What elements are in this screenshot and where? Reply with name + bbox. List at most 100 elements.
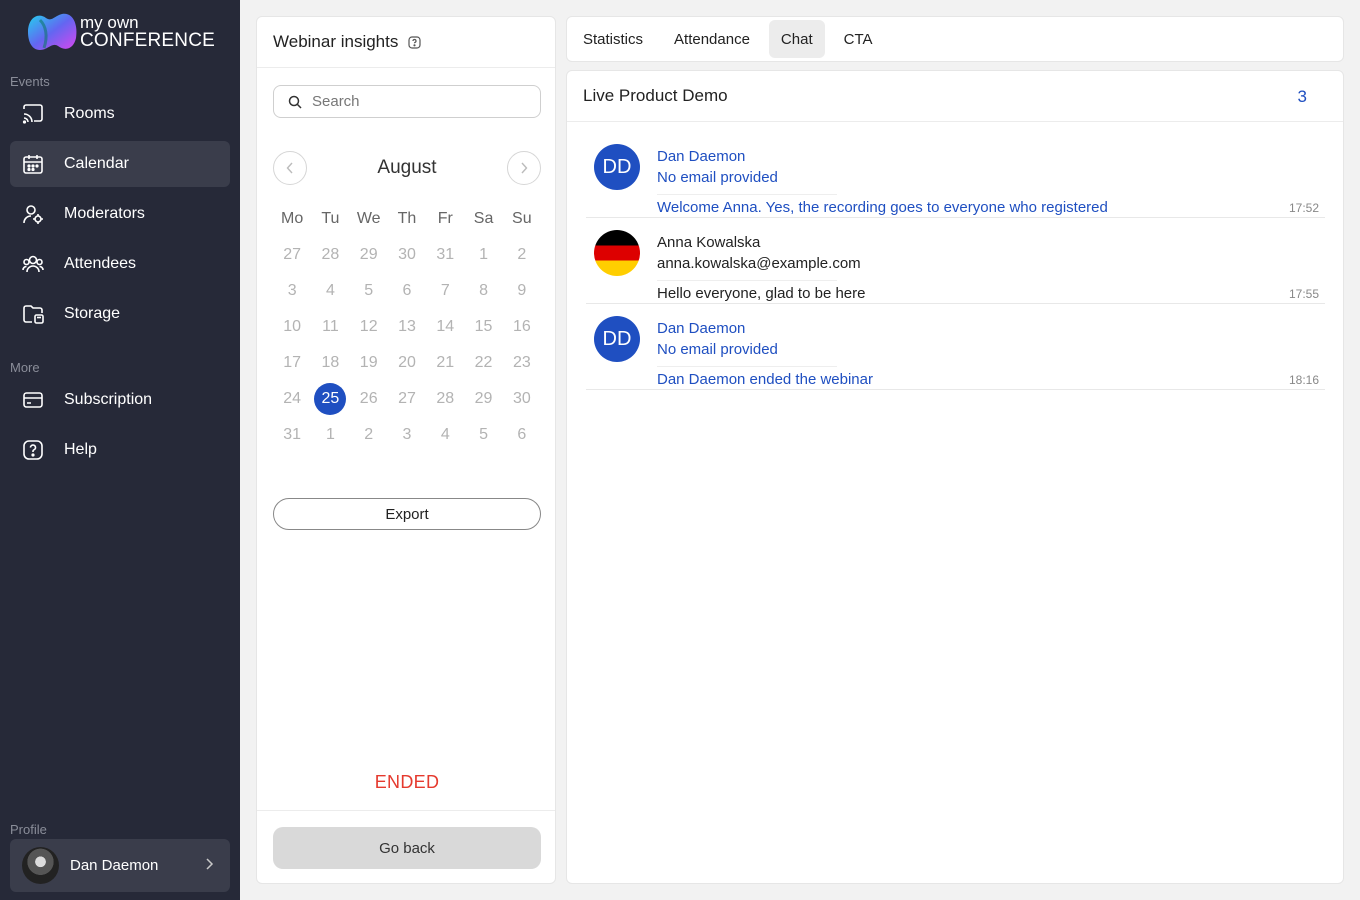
divider xyxy=(657,366,837,367)
sidebar-item-help[interactable]: Help xyxy=(10,427,230,473)
tab-bar: Statistics Attendance Chat CTA xyxy=(566,16,1344,62)
weekday-label: Mo xyxy=(281,210,304,227)
germany-flag-icon xyxy=(594,230,640,276)
calendar-day[interactable]: 2 xyxy=(503,237,541,273)
sidebar-item-moderators[interactable]: Moderators xyxy=(10,191,230,237)
calendar-day[interactable]: 16 xyxy=(503,309,541,345)
tab-chat[interactable]: Chat xyxy=(768,20,825,58)
calendar-day-label: 27 xyxy=(283,246,302,263)
calendar-day[interactable]: 21 xyxy=(426,345,464,381)
calendar-day[interactable]: 5 xyxy=(464,417,502,453)
sidebar-item-subscription[interactable]: Subscription xyxy=(10,377,230,423)
calendar-day-label: 8 xyxy=(479,282,489,299)
section-label-more: More xyxy=(10,360,40,375)
go-back-button[interactable]: Go back xyxy=(273,827,541,869)
weekday-label: Sa xyxy=(473,210,494,227)
tab-cta[interactable]: CTA xyxy=(832,20,885,58)
calendar-day[interactable]: 30 xyxy=(503,381,541,417)
calendar-day[interactable]: 7 xyxy=(426,273,464,309)
sidebar-item-calendar[interactable]: Calendar xyxy=(10,141,230,187)
profile-button[interactable]: Dan Daemon xyxy=(10,839,230,892)
calendar-day-label: 29 xyxy=(474,390,493,407)
calendar-day[interactable]: 19 xyxy=(350,345,388,381)
chat-message: Anna Kowalska anna.kowalska@example.com … xyxy=(586,218,1325,304)
calendar-day[interactable]: 1 xyxy=(464,237,502,273)
sidebar-item-rooms[interactable]: Rooms xyxy=(10,91,230,137)
next-month-button[interactable] xyxy=(507,151,541,185)
calendar-day[interactable]: 12 xyxy=(350,309,388,345)
calendar-day[interactable]: 29 xyxy=(350,237,388,273)
export-button[interactable]: Export xyxy=(273,498,541,530)
sidebar-item-attendees[interactable]: Attendees xyxy=(10,241,230,287)
calendar-day[interactable]: 13 xyxy=(388,309,426,345)
calendar-day-label: 9 xyxy=(517,282,527,299)
calendar-day[interactable]: 31 xyxy=(426,237,464,273)
calendar-day[interactable]: 14 xyxy=(426,309,464,345)
insights-header: Webinar insights xyxy=(257,17,555,68)
calendar-day[interactable]: 22 xyxy=(464,345,502,381)
avatar: DD xyxy=(594,144,640,190)
calendar-day-label: 7 xyxy=(440,282,450,299)
calendar-day-label: 29 xyxy=(359,246,378,263)
sidebar-item-label: Help xyxy=(64,441,97,458)
calendar-day-label: 5 xyxy=(364,282,374,299)
calendar-day[interactable]: 9 xyxy=(503,273,541,309)
calendar-day[interactable]: 1 xyxy=(311,417,349,453)
calendar-day-label: 16 xyxy=(512,318,531,335)
calendar-day[interactable]: 18 xyxy=(311,345,349,381)
calendar-day[interactable]: 25 xyxy=(311,381,349,417)
message-text: Hello everyone, glad to be here xyxy=(657,285,866,302)
calendar-day-label: 5 xyxy=(479,426,489,443)
calendar-day[interactable]: 10 xyxy=(273,309,311,345)
avatar xyxy=(22,847,59,884)
calendar-day[interactable]: 3 xyxy=(388,417,426,453)
tab-attendance[interactable]: Attendance xyxy=(662,20,762,58)
moderator-icon xyxy=(22,203,44,225)
calendar-day[interactable]: 27 xyxy=(388,381,426,417)
search-field[interactable] xyxy=(273,85,541,118)
calendar-day[interactable]: 11 xyxy=(311,309,349,345)
message-author: Dan Daemon xyxy=(657,320,746,337)
calendar-day[interactable]: 23 xyxy=(503,345,541,381)
calendar-day[interactable]: 20 xyxy=(388,345,426,381)
calendar-day[interactable]: 29 xyxy=(464,381,502,417)
page-title: Webinar insights xyxy=(273,32,399,51)
calendar-day[interactable]: 5 xyxy=(350,273,388,309)
weekday-label: Fr xyxy=(437,210,453,227)
folder-icon xyxy=(22,303,44,325)
calendar-day[interactable]: 31 xyxy=(273,417,311,453)
calendar-day[interactable]: 6 xyxy=(503,417,541,453)
brand-logo[interactable]: my own CONFERENCE xyxy=(26,12,215,52)
webinar-status: ENDED xyxy=(374,772,440,792)
info-icon[interactable] xyxy=(408,35,421,49)
calendar-day[interactable]: 15 xyxy=(464,309,502,345)
tab-statistics[interactable]: Statistics xyxy=(571,20,655,58)
search-input[interactable] xyxy=(312,93,512,110)
calendar-day[interactable]: 3 xyxy=(273,273,311,309)
calendar-day-label: 31 xyxy=(436,246,455,263)
calendar-day-label: 14 xyxy=(436,318,455,335)
calendar-day[interactable]: 24 xyxy=(273,381,311,417)
calendar-day[interactable]: 4 xyxy=(311,273,349,309)
message-email: No email provided xyxy=(657,341,778,358)
weekday-label: Su xyxy=(512,210,532,227)
calendar-day[interactable]: 28 xyxy=(426,381,464,417)
chevron-right-icon xyxy=(204,857,214,876)
brand-line1: my own xyxy=(80,13,139,32)
calendar-day[interactable]: 17 xyxy=(273,345,311,381)
sidebar-item-storage[interactable]: Storage xyxy=(10,291,230,337)
calendar-day[interactable]: 28 xyxy=(311,237,349,273)
calendar-day[interactable]: 26 xyxy=(350,381,388,417)
calendar-day[interactable]: 8 xyxy=(464,273,502,309)
calendar-day[interactable]: 6 xyxy=(388,273,426,309)
calendar-day[interactable]: 27 xyxy=(273,237,311,273)
calendar-day[interactable]: 30 xyxy=(388,237,426,273)
calendar-day-label: 24 xyxy=(283,390,302,407)
calendar-day[interactable]: 4 xyxy=(426,417,464,453)
message-author: Anna Kowalska xyxy=(657,234,761,251)
users-icon xyxy=(22,253,44,275)
sidebar-item-label: Moderators xyxy=(64,205,145,222)
brand-line2: CONFERENCE xyxy=(80,30,216,51)
calendar-day[interactable]: 2 xyxy=(350,417,388,453)
message-count: 3 xyxy=(1297,87,1307,106)
